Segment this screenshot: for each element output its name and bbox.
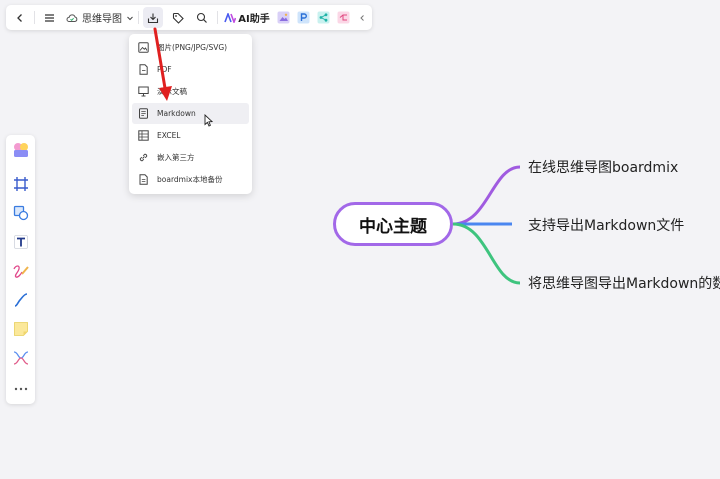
mindmap-child-node[interactable]: 在线思维导图boardmix <box>528 157 678 177</box>
mindmap-child-node[interactable]: 支持导出Markdown文件 <box>528 215 684 235</box>
mindmap-child-node[interactable]: 将思维导图导出Markdown的数 <box>528 273 720 293</box>
mindmap-root-node[interactable]: 中心主题 <box>333 202 453 246</box>
branch-line-3 <box>452 222 521 285</box>
branch-line-1 <box>452 165 521 226</box>
